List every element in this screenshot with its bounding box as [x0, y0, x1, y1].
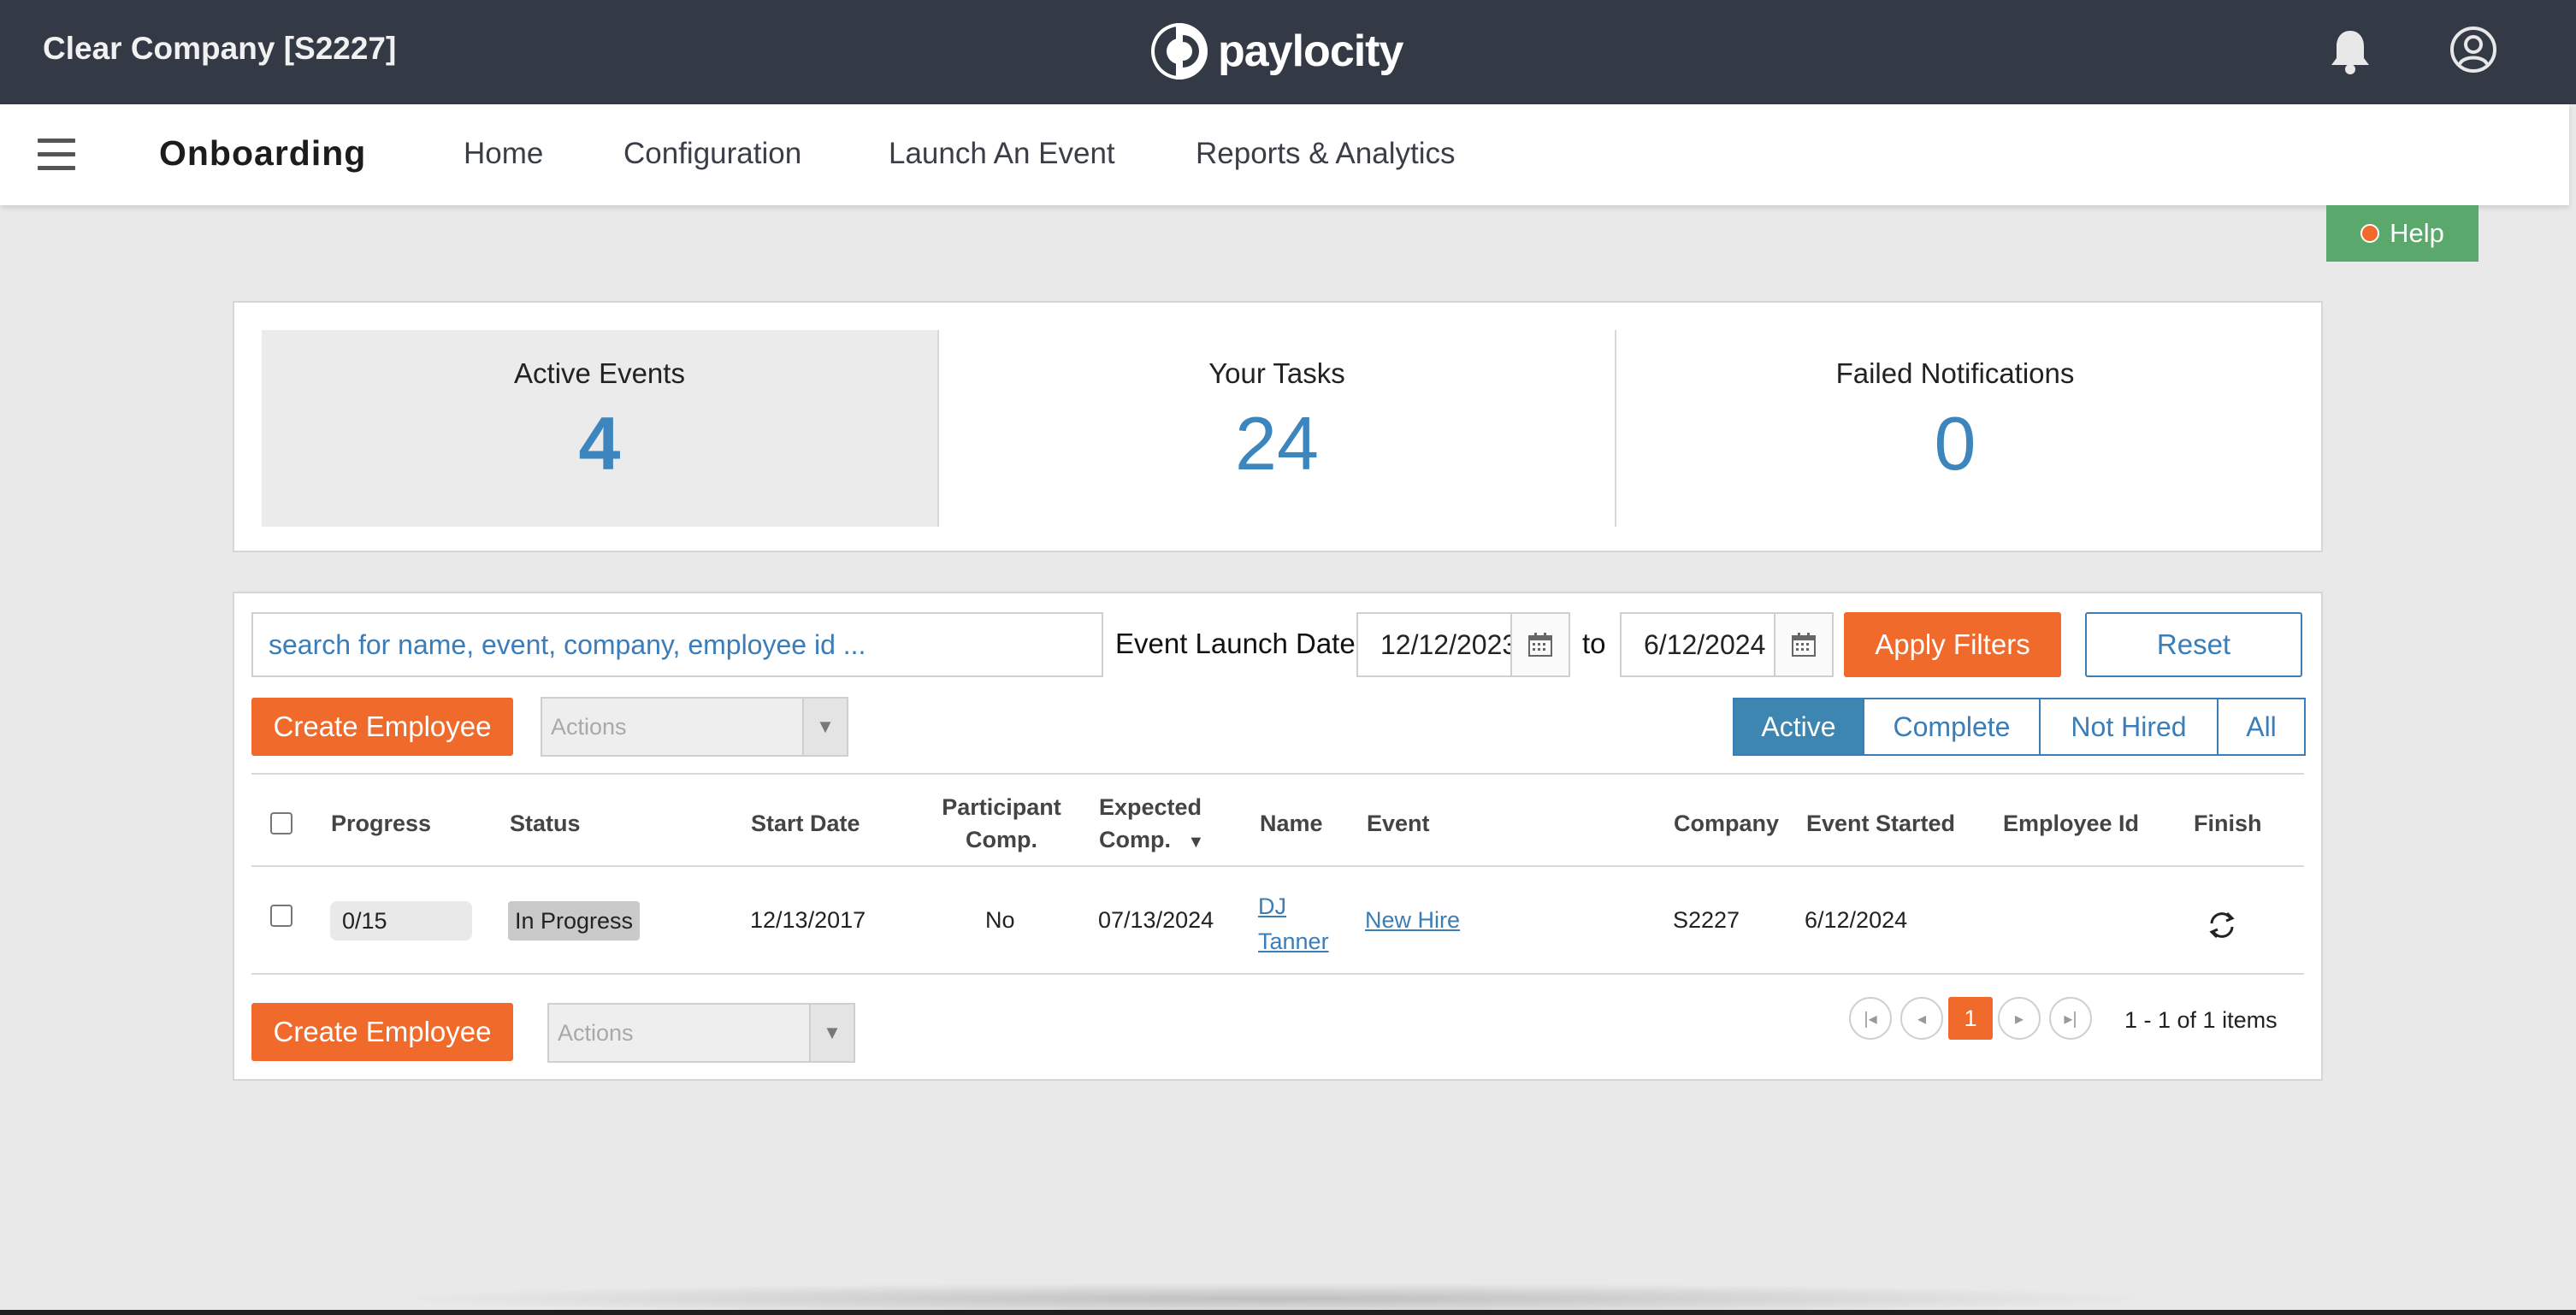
stat-your-tasks[interactable]: Your Tasks 24 [939, 330, 1616, 527]
table-bottom-divider [251, 973, 2304, 975]
select-all-checkbox[interactable] [270, 812, 292, 834]
cell-expected-comp: 07/13/2024 [1098, 907, 1214, 933]
tab-active[interactable]: Active [1734, 699, 1864, 754]
hamburger-menu-icon[interactable] [38, 139, 75, 171]
date-from-field[interactable]: 12/12/2023 [1356, 612, 1570, 677]
search-input[interactable] [251, 612, 1103, 677]
create-employee-button[interactable]: Create Employee [251, 698, 513, 756]
bell-icon[interactable] [2328, 27, 2372, 75]
paylocity-logo: paylocity [1149, 17, 1403, 86]
stat-label: Your Tasks [1208, 357, 1345, 389]
tab-not-hired[interactable]: Not Hired [2041, 699, 2219, 754]
actions-select-bottom[interactable]: Actions ▼ [547, 1003, 855, 1063]
table-header-bottom-divider [251, 865, 2304, 867]
column-header-participant-comp[interactable]: Participant Comp. [939, 791, 1064, 856]
summary-panel: Active Events 4 Your Tasks 24 Failed Not… [233, 301, 2323, 552]
stat-label: Failed Notifications [1835, 357, 2075, 389]
header-line-2: Comp. [966, 827, 1037, 852]
previous-page-icon[interactable]: ◂ [1900, 997, 1943, 1040]
date-to-field[interactable]: 6/12/2024 [1620, 612, 1834, 677]
help-button[interactable]: Help [2326, 205, 2479, 262]
to-label: to [1582, 628, 1606, 659]
calendar-icon[interactable] [1510, 614, 1569, 675]
stat-active-events[interactable]: Active Events 4 [262, 330, 939, 527]
nav-link-reports-analytics[interactable]: Reports & Analytics [1196, 137, 1455, 171]
date-to-value: 6/12/2024 [1644, 628, 1766, 660]
calendar-icon[interactable] [1774, 614, 1832, 675]
tab-all[interactable]: All [2219, 699, 2304, 754]
app-title: Onboarding [159, 133, 367, 173]
refresh-icon[interactable] [2205, 908, 2239, 942]
column-header-event-started[interactable]: Event Started [1806, 807, 1955, 840]
date-from-value: 12/12/2023 [1380, 628, 1510, 660]
table-header-top-divider [251, 773, 2304, 775]
progress-indicator: 0/15 [330, 901, 472, 941]
tab-complete[interactable]: Complete [1864, 699, 2041, 754]
next-page-icon[interactable]: ▸ [1998, 997, 2041, 1040]
nav-link-launch-event[interactable]: Launch An Event [889, 137, 1115, 171]
actions-select-label: Actions [551, 713, 627, 740]
bottom-edge [0, 1310, 2576, 1315]
chevron-down-icon: ▼ [802, 699, 847, 755]
sort-desc-icon: ▼ [1187, 833, 1205, 852]
header-line-2: Comp. ▼ [1099, 827, 1205, 852]
nav-bar: Onboarding Home Configuration Launch An … [0, 104, 2569, 205]
top-header: Clear Company [S2227] paylocity [0, 0, 2576, 104]
apply-filters-button[interactable]: Apply Filters [1844, 612, 2061, 677]
stat-value: 24 [1235, 401, 1319, 486]
last-page-icon[interactable]: ▸| [2049, 997, 2092, 1040]
stat-value: 4 [578, 401, 621, 486]
company-name: Clear Company [S2227] [43, 31, 397, 66]
first-page-icon[interactable]: |◂ [1849, 997, 1892, 1040]
current-page[interactable]: 1 [1948, 997, 1993, 1040]
chevron-down-icon: ▼ [809, 1005, 854, 1061]
cell-start-date: 12/13/2017 [750, 907, 866, 933]
actions-select-label: Actions [558, 1019, 634, 1046]
user-circle-icon[interactable] [2449, 26, 2497, 74]
column-header-progress[interactable]: Progress [331, 807, 431, 840]
help-dot-icon [2360, 224, 2380, 243]
nav-link-home[interactable]: Home [464, 137, 543, 171]
header-line-1: Participant [942, 794, 1061, 820]
stat-value: 0 [1934, 401, 1976, 486]
column-header-start-date[interactable]: Start Date [751, 807, 860, 840]
column-header-event[interactable]: Event [1367, 807, 1430, 840]
cell-company: S2227 [1673, 907, 1740, 933]
employee-name-link[interactable]: DJ Tanner [1258, 889, 1329, 959]
status-badge: In Progress [508, 901, 641, 941]
help-label: Help [2390, 218, 2444, 248]
create-employee-button-bottom[interactable]: Create Employee [251, 1003, 513, 1061]
column-header-expected-comp[interactable]: Expected Comp. ▼ [1099, 791, 1204, 858]
logo-text: paylocity [1218, 27, 1403, 76]
event-link[interactable]: New Hire [1365, 907, 1460, 934]
stat-label: Active Events [514, 357, 685, 389]
column-header-finish[interactable]: Finish [2194, 807, 2262, 840]
status-tab-group: Active Complete Not Hired All [1733, 698, 2306, 756]
pagination-info: 1 - 1 of 1 items [2124, 1007, 2278, 1033]
column-header-status[interactable]: Status [510, 807, 581, 840]
column-header-company[interactable]: Company [1674, 807, 1779, 840]
event-launch-date-label: Event Launch Date: [1115, 628, 1363, 659]
column-header-employee-id[interactable]: Employee Id [2003, 807, 2139, 840]
reset-button[interactable]: Reset [2085, 612, 2302, 677]
header-line-1: Expected [1099, 794, 1202, 820]
cell-event-started: 6/12/2024 [1805, 907, 1908, 933]
nav-link-configuration[interactable]: Configuration [623, 137, 801, 171]
column-header-name[interactable]: Name [1260, 807, 1323, 840]
paylocity-logo-icon [1151, 23, 1208, 80]
row-checkbox[interactable] [270, 905, 292, 927]
actions-select[interactable]: Actions ▼ [541, 697, 848, 757]
cell-participant-comp: No [985, 907, 1015, 933]
stat-failed-notifications[interactable]: Failed Notifications 0 [1616, 330, 2294, 527]
